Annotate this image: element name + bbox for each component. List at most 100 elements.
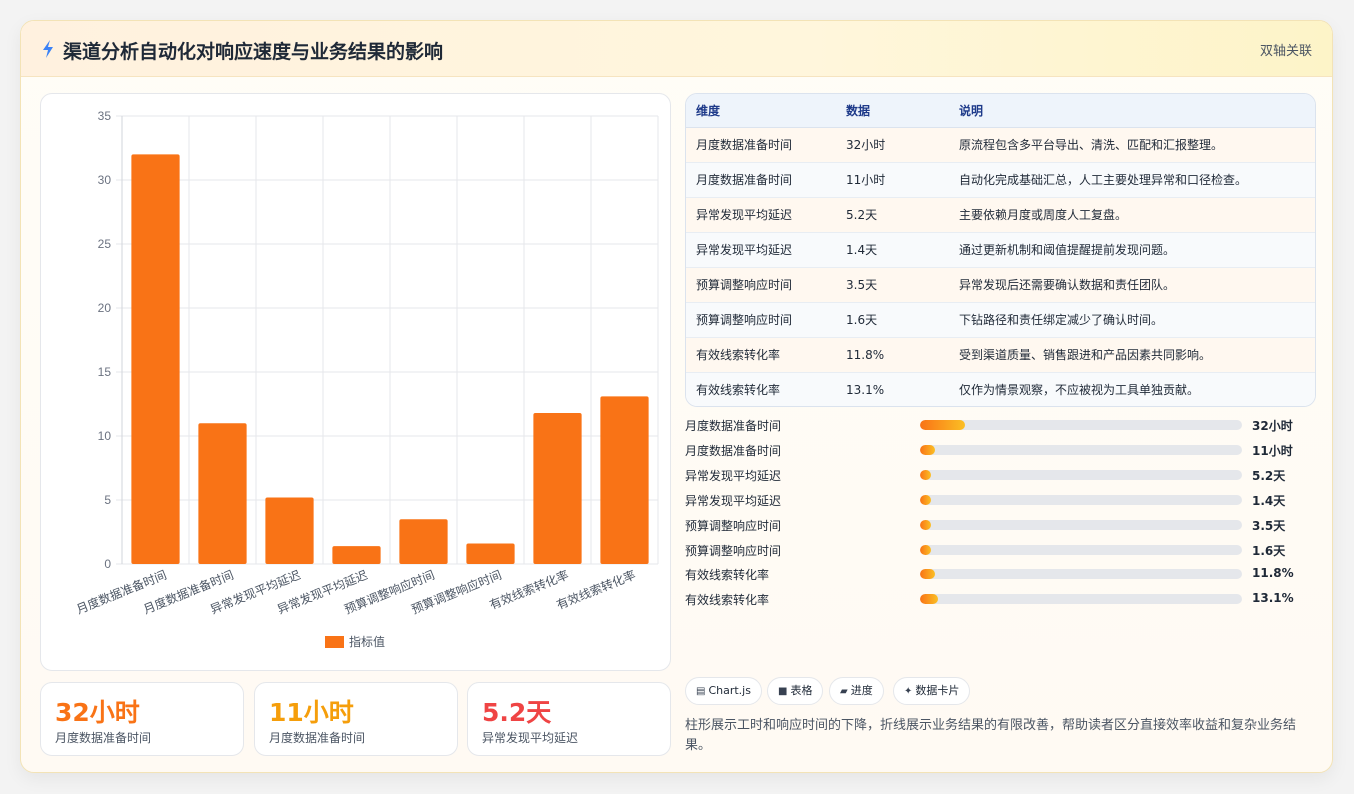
bar <box>265 497 314 564</box>
kpi-value: 5.2天 <box>482 698 552 727</box>
progress-icon: ▰ <box>840 686 848 697</box>
table-cell: 月度数据准备时间 <box>686 162 836 198</box>
table-cell: 5.2天 <box>836 197 949 233</box>
progress-track <box>920 445 1242 455</box>
progress-value: 13.1% <box>1252 591 1294 605</box>
y-tick-label: 0 <box>104 557 111 571</box>
progress-track <box>920 520 1242 530</box>
progress-track <box>920 420 1242 430</box>
progress-label: 异常发现平均延迟 <box>685 494 782 508</box>
kpi-label: 月度数据准备时间 <box>269 731 366 745</box>
bar <box>533 412 582 564</box>
table-cell: 下钻路径和责任绑定减少了确认时间。 <box>949 302 1315 338</box>
progress-row: 有效线索转化率 13.1% <box>685 589 1316 609</box>
table-cell: 月度数据准备时间 <box>686 127 836 163</box>
kpi-value: 11小时 <box>269 698 354 727</box>
progress-row: 预算调整响应时间 1.6天 <box>685 540 1316 560</box>
header-tag: 双轴关联 <box>1259 44 1312 59</box>
chip-label: 进度 <box>850 684 873 697</box>
table-cell: 3.5天 <box>836 267 949 303</box>
table-row: 月度数据准备时间 11小时 自动化完成基础汇总，人工主要处理异常和口径检查。 <box>686 162 1315 198</box>
table-cell: 11小时 <box>836 162 949 198</box>
progress-fill <box>920 520 932 530</box>
progress-track <box>920 495 1242 505</box>
y-tick-label: 10 <box>98 429 112 443</box>
data-table: 维度 数据 说明 月度数据准备时间 32小时 原流程包含多平台导出、清洗、匹配和… <box>686 94 1315 406</box>
chip-progress[interactable]: ▰ 进度 <box>829 677 884 705</box>
legend-label: 指标值 <box>349 634 385 649</box>
chip-data-card[interactable]: ✦ 数据卡片 <box>893 677 971 705</box>
table-cell: 主要依赖月度或周度人工复盘。 <box>949 197 1315 233</box>
progress-row: 异常发现平均延迟 1.4天 <box>685 490 1316 510</box>
table-cell: 预算调整响应时间 <box>686 302 836 338</box>
bar <box>399 519 448 564</box>
page-title: 渠道分析自动化对响应速度与业务结果的影响 <box>63 41 444 63</box>
y-tick-label: 5 <box>104 493 111 507</box>
column-header: 说明 <box>949 94 1315 128</box>
progress-label: 异常发现平均延迟 <box>685 469 782 483</box>
y-tick-label: 25 <box>98 237 112 251</box>
progress-label: 有效线索转化率 <box>685 568 770 582</box>
progress-track <box>920 594 1242 604</box>
header: 渠道分析自动化对响应速度与业务结果的影响 双轴关联 <box>21 21 1332 77</box>
data-table-panel: 维度 数据 说明 月度数据准备时间 32小时 原流程包含多平台导出、清洗、匹配和… <box>685 93 1316 407</box>
progress-track <box>920 470 1242 480</box>
progress-value: 1.6天 <box>1252 544 1286 558</box>
progress-value: 32小时 <box>1252 419 1293 433</box>
table-row: 异常发现平均延迟 1.4天 通过更新机制和阈值提醒提前发现问题。 <box>686 232 1315 268</box>
progress-row: 月度数据准备时间 11小时 <box>685 440 1316 460</box>
table-row: 有效线索转化率 11.8% 受到渠道质量、销售跟进和产品因素共同影响。 <box>686 337 1315 373</box>
progress-list: 月度数据准备时间 32小时 月度数据准备时间 11小时 异常发现平均延迟 5.2… <box>685 415 1316 615</box>
y-tick-label: 20 <box>98 301 112 315</box>
bar <box>332 546 381 564</box>
table-row: 预算调整响应时间 3.5天 异常发现后还需要确认数据和责任团队。 <box>686 267 1315 303</box>
progress-fill <box>920 594 939 604</box>
table-cell: 有效线索转化率 <box>686 337 836 373</box>
bar <box>600 396 649 564</box>
bar <box>466 543 515 564</box>
progress-track <box>920 545 1242 555</box>
chip-chartjs[interactable]: ▤ Chart.js <box>685 677 762 705</box>
progress-label: 预算调整响应时间 <box>685 544 782 558</box>
table-cell: 预算调整响应时间 <box>686 267 836 303</box>
table-cell: 1.6天 <box>836 302 949 338</box>
table-icon: ■ <box>778 686 788 697</box>
progress-value: 11小时 <box>1252 444 1293 458</box>
table-cell: 13.1% <box>836 372 949 406</box>
kpi-card-2: 11小时 月度数据准备时间 <box>254 682 458 756</box>
table-header-row: 维度 数据 说明 <box>686 94 1315 128</box>
table-row: 月度数据准备时间 32小时 原流程包含多平台导出、清洗、匹配和汇报整理。 <box>686 127 1315 163</box>
bar-chart: 05101520253035月度数据准备时间月度数据准备时间异常发现平均延迟异常… <box>74 109 659 649</box>
progress-label: 预算调整响应时间 <box>685 519 782 533</box>
table-row: 异常发现平均延迟 5.2天 主要依赖月度或周度人工复盘。 <box>686 197 1315 233</box>
table-cell: 1.4天 <box>836 232 949 268</box>
table-cell: 受到渠道质量、销售跟进和产品因素共同影响。 <box>949 337 1315 373</box>
table-cell: 原流程包含多平台导出、清洗、匹配和汇报整理。 <box>949 127 1315 163</box>
progress-row: 预算调整响应时间 3.5天 <box>685 515 1316 535</box>
y-tick-label: 35 <box>98 109 112 123</box>
legend-swatch <box>325 636 344 648</box>
progress-fill <box>920 495 932 505</box>
table-cell: 仅作为情景观察，不应被视为工具单独贡献。 <box>949 372 1315 406</box>
sparkle-icon: ✦ <box>904 686 913 697</box>
chip-table[interactable]: ■ 表格 <box>767 677 824 705</box>
table-cell: 11.8% <box>836 337 949 373</box>
description: 柱形展示工时和响应时间的下降，折线展示业务结果的有限改善，帮助读者区分直接效率收… <box>685 718 1297 753</box>
table-cell: 通过更新机制和阈值提醒提前发现问题。 <box>949 232 1315 268</box>
report-card: 渠道分析自动化对响应速度与业务结果的影响 双轴关联 0 5 10 15 20 25 30 35… <box>20 20 1333 773</box>
progress-fill <box>920 445 936 455</box>
kpi-label: 月度数据准备时间 <box>55 731 152 745</box>
table-cell: 异常发现平均延迟 <box>686 232 836 268</box>
kpi-value: 32小时 <box>55 698 140 727</box>
table-cell: 异常发现平均延迟 <box>686 197 836 233</box>
chip-label: Chart.js <box>708 684 751 697</box>
table-row: 预算调整响应时间 1.6天 下钻路径和责任绑定减少了确认时间。 <box>686 302 1315 338</box>
kpi-label: 异常发现平均延迟 <box>482 731 579 745</box>
chart-icon: ▤ <box>696 686 706 697</box>
chip-label: 表格 <box>790 684 813 697</box>
table-cell: 有效线索转化率 <box>686 372 836 406</box>
progress-value: 11.8% <box>1252 566 1294 580</box>
y-tick-label: 30 <box>98 173 112 187</box>
column-header: 维度 <box>686 94 836 128</box>
y-tick-label: 15 <box>98 365 112 379</box>
